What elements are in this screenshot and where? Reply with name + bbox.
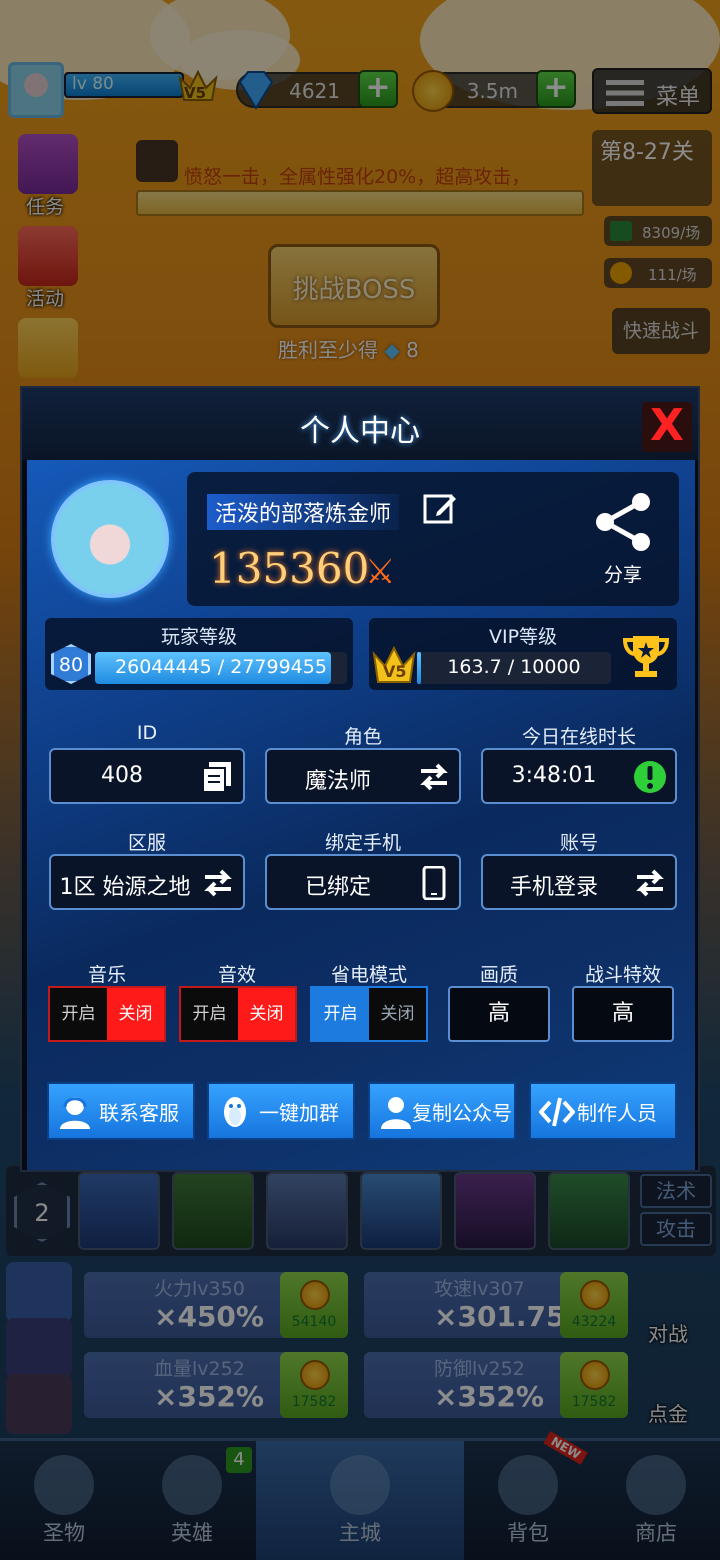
combat-power: 135360: [209, 544, 370, 593]
modal-title: 个人中心: [300, 414, 420, 449]
music-on-option[interactable]: 开启: [50, 988, 107, 1040]
join-group-button[interactable]: 一键加群: [207, 1082, 355, 1140]
vip-level-panel: VIP等级 163.7 / 10000 V5: [369, 618, 677, 690]
account-field[interactable]: 手机登录: [481, 854, 677, 910]
quality-select[interactable]: 高: [448, 986, 550, 1042]
edit-icon[interactable]: [423, 492, 457, 526]
online-time-field: 3:48:01: [481, 748, 677, 804]
vip-badge-label: V5: [383, 662, 407, 681]
sfx-off-option[interactable]: 关闭: [238, 988, 295, 1040]
swap-icon[interactable]: [417, 760, 451, 794]
join-group-label: 一键加群: [259, 1101, 339, 1125]
player-exp-text: 26044445 / 27799455: [115, 656, 327, 678]
sfx-label: 音效: [217, 964, 256, 986]
alert-icon[interactable]: [633, 760, 667, 794]
account-label: 账号: [559, 832, 598, 854]
account-value: 手机登录: [509, 875, 598, 900]
player-level-badge: 80: [51, 644, 91, 684]
profile-avatar[interactable]: [51, 480, 169, 598]
power-save-off-option[interactable]: 关闭: [369, 988, 426, 1040]
crossed-swords-icon: ⚔: [365, 552, 396, 592]
vip-crown-icon: V5: [371, 642, 417, 686]
player-level-panel: 玩家等级 26044445 / 27799455 80: [45, 618, 353, 690]
player-level-title: 玩家等级: [160, 626, 237, 648]
bind-phone-label: 绑定手机: [324, 832, 401, 854]
bind-phone-field[interactable]: 已绑定: [265, 854, 461, 910]
modal-header: 个人中心 X: [22, 388, 698, 460]
nickname: 活泼的部落炼金师: [207, 494, 400, 530]
power-save-toggle[interactable]: 开启 关闭: [310, 986, 428, 1042]
sfx-toggle[interactable]: 开启 关闭: [179, 986, 297, 1042]
music-off-option[interactable]: 关闭: [107, 988, 164, 1040]
sfx-on-option[interactable]: 开启: [181, 988, 238, 1040]
player-exp-bar: 26044445 / 27799455: [95, 652, 347, 684]
power-save-on-option[interactable]: 开启: [312, 988, 369, 1040]
role-label: 角色: [343, 726, 382, 748]
trophy-icon[interactable]: [621, 630, 671, 680]
support-agent-icon: [60, 1097, 90, 1129]
music-label: 音乐: [87, 964, 126, 986]
vip-exp-text: 163.7 / 10000: [447, 656, 581, 678]
online-time-label: 今日在线时长: [521, 726, 636, 748]
server-value: 1区 始源之地: [59, 875, 191, 900]
vip-exp-bar: 163.7 / 10000: [417, 652, 611, 684]
modal-body: 活泼的部落炼金师 135360 ⚔ 分享 玩家等级 26044445 / 277…: [27, 460, 695, 1170]
effects-select[interactable]: 高: [572, 986, 674, 1042]
quality-label: 画质: [479, 964, 518, 986]
effects-label: 战斗特效: [584, 964, 661, 986]
bind-phone-value: 已绑定: [304, 875, 371, 900]
swap-icon[interactable]: [633, 866, 667, 900]
power-save-label: 省电模式: [330, 964, 407, 986]
copy-icon[interactable]: [201, 760, 235, 794]
share-button[interactable]: 分享: [587, 492, 659, 592]
phone-icon: [422, 866, 446, 900]
music-toggle[interactable]: 开启 关闭: [48, 986, 166, 1042]
id-field: 408: [49, 748, 245, 804]
server-field[interactable]: 1区 始源之地: [49, 854, 245, 910]
credits-label: 制作人员: [577, 1101, 657, 1125]
credits-button[interactable]: 制作人员: [529, 1082, 677, 1140]
copy-official-account-button[interactable]: 复制公众号: [368, 1082, 516, 1140]
share-label: 分享: [603, 564, 642, 586]
role-value: 魔法师: [304, 769, 371, 794]
profile-card: 活泼的部落炼金师 135360 ⚔ 分享: [187, 472, 679, 606]
profile-modal: 个人中心 X 活泼的部落炼金师 135360 ⚔ 分享 玩家等级 2604444…: [20, 386, 700, 1172]
id-label: ID: [136, 722, 158, 744]
online-time-value: 3:48:01: [511, 763, 597, 788]
contact-support-button[interactable]: 联系客服: [47, 1082, 195, 1140]
role-field[interactable]: 魔法师: [265, 748, 461, 804]
server-label: 区服: [127, 832, 166, 854]
code-icon: [539, 1097, 575, 1127]
copy-official-account-label: 复制公众号: [412, 1101, 512, 1125]
user-icon: [381, 1097, 411, 1129]
share-icon: [596, 493, 650, 551]
penguin-icon: [224, 1097, 246, 1127]
id-value: 408: [101, 763, 143, 788]
contact-support-label: 联系客服: [99, 1101, 179, 1125]
swap-icon[interactable]: [201, 866, 235, 900]
close-button[interactable]: X: [642, 402, 692, 452]
